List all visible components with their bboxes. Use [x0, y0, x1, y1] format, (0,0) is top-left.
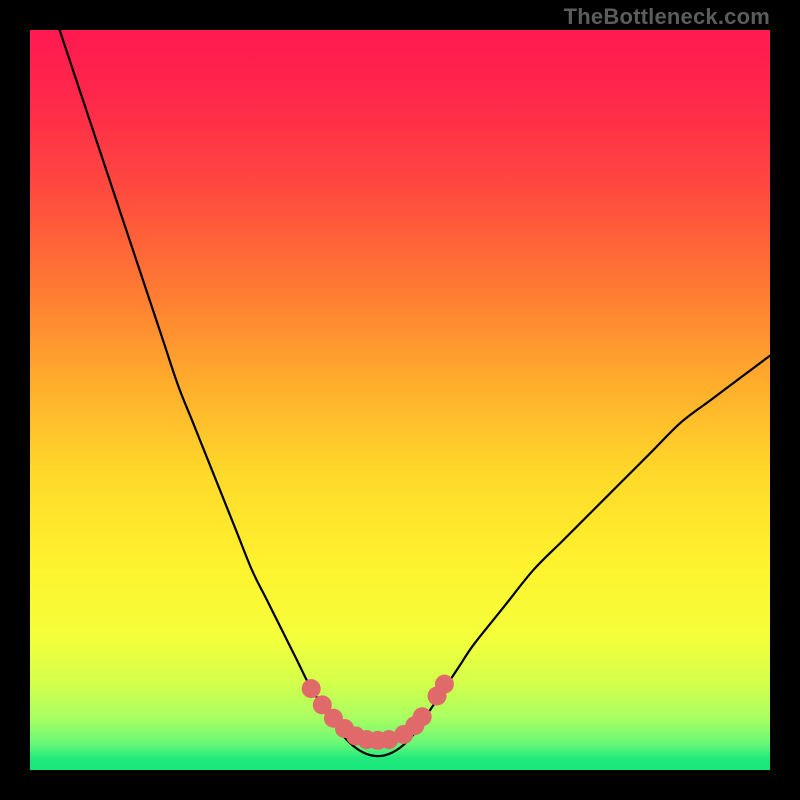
chart-frame	[30, 30, 770, 770]
highlight-dot	[413, 707, 432, 726]
highlight-markers	[302, 675, 454, 750]
watermark-text: TheBottleneck.com	[564, 4, 770, 30]
chart-plot	[30, 30, 770, 770]
bottleneck-curve	[60, 30, 770, 756]
highlight-dot	[435, 675, 454, 694]
highlight-dot	[302, 679, 321, 698]
